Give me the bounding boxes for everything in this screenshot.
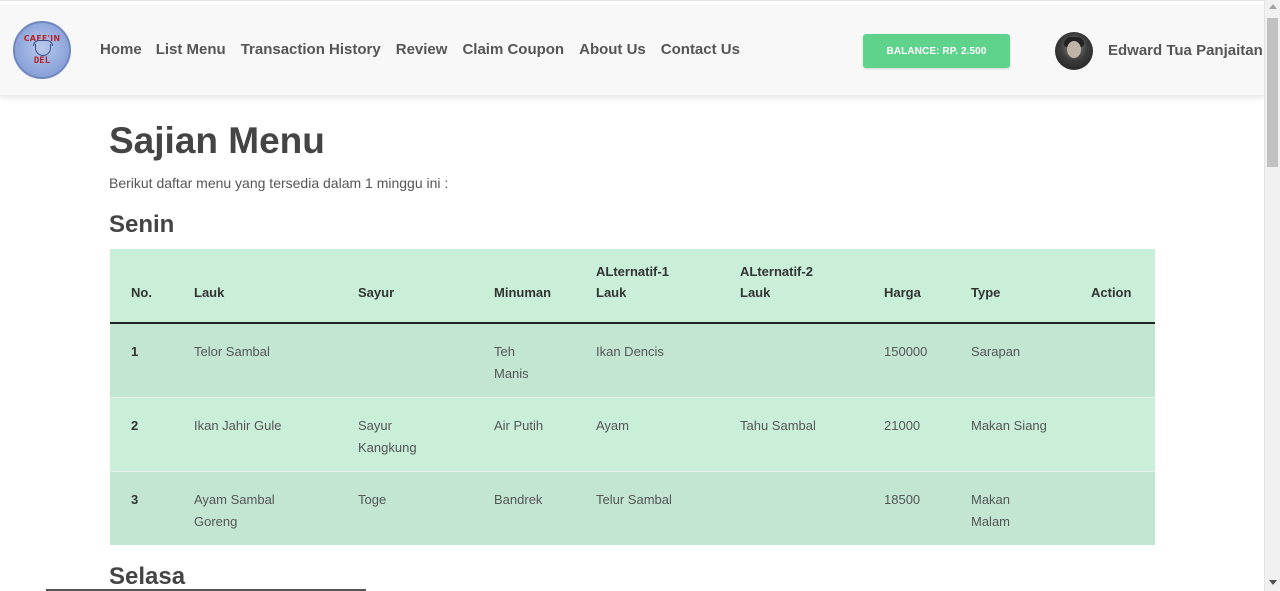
cell-type-line2: Malam [971,513,1011,529]
col-header-alternatif-1-line1: ALternatif-1 [596,264,669,279]
cell-lauk: Ikan Jahir Gule [188,396,352,471]
scrollbar-thumb[interactable] [1267,18,1278,167]
cell-minuman-line2: Manis [494,366,529,381]
cell-minuman-line1: Teh [494,344,515,359]
day-heading-selasa: Selasa [109,563,186,590]
user-avatar[interactable] [1055,32,1093,70]
cell-lauk: Ayam Sambal Goreng [188,470,352,545]
cell-alternatif-2: Tahu Sambal [734,396,878,471]
cell-no: 2 [110,396,188,471]
vertical-scrollbar[interactable] [1264,0,1280,591]
cell-alternatif-1: Telur Sambal [590,470,734,545]
cell-lauk: Telor Sambal [188,322,352,397]
table-header-row: No. Lauk Sayur Minuman ALternatif-1 Lauk… [110,249,1155,324]
nav-link-list-menu[interactable]: List Menu [156,41,226,58]
day-heading-senin: Senin [109,211,175,238]
scroll-up-arrow-icon[interactable] [1269,4,1277,9]
cell-type: Sarapan [965,322,1085,397]
nav-link-transaction-history[interactable]: Transaction History [241,41,381,58]
cell-harga: 21000 [878,396,965,471]
nav-link-home[interactable]: Home [100,41,142,58]
cell-harga: 18500 [878,470,965,545]
col-header-minuman: Minuman [488,249,590,324]
user-name[interactable]: Edward Tua Panjaitan [1108,42,1263,59]
col-header-sayur: Sayur [352,249,488,324]
col-header-alternatif-2-line1: ALternatif-2 [740,264,813,279]
cell-sayur-line2: Kangkung [358,439,417,455]
nav-links: Home List Menu Transaction History Revie… [100,41,755,58]
scroll-down-arrow-icon[interactable] [1269,580,1277,585]
col-header-alternatif-1-line2: Lauk [596,285,627,300]
cell-sayur: Sayur Kangkung [352,396,488,471]
logo-bottom-text: DEL [33,56,51,66]
cell-action [1085,470,1155,545]
cell-type: Makan Malam [965,470,1085,545]
table-row: 1 Telor Sambal Teh Manis Ikan Dencis 150… [110,322,1155,397]
logo-cup-icon [35,44,51,56]
nav-link-contact-us[interactable]: Contact Us [661,41,740,58]
col-header-action: Action [1085,249,1155,324]
cell-sayur-line1: Sayur [358,417,392,433]
page-title: Sajian Menu [109,120,325,161]
cell-action [1085,322,1155,397]
cell-lauk-line1: Ayam Sambal [194,491,275,507]
nav-link-review[interactable]: Review [396,41,448,58]
cell-lauk-line2: Goreng [194,513,238,529]
col-header-harga: Harga [878,249,965,324]
page-subtitle: Berikut daftar menu yang tersedia dalam … [109,175,449,191]
balance-button[interactable]: BALANCE: RP. 2.500 [863,34,1010,68]
cell-harga: 150000 [878,322,965,397]
table-row: 3 Ayam Sambal Goreng Toge Bandrek Telur … [110,470,1155,545]
menu-table-senin: No. Lauk Sayur Minuman ALternatif-1 Lauk… [110,249,1155,545]
col-header-lauk: Lauk [188,249,352,324]
col-header-alternatif-2-line2: Lauk [740,285,771,300]
cell-alternatif-1: Ikan Dencis [590,322,734,397]
col-header-type: Type [965,249,1085,324]
cell-alternatif-2 [734,322,878,397]
cell-alternatif-2 [734,470,878,545]
cell-alternatif-1: Ayam [590,396,734,471]
top-navbar: CAFE'IN DEL Home List Menu Transaction H… [0,5,1264,96]
avatar-face-shape [1067,41,1081,58]
cell-action [1085,396,1155,471]
cell-no: 1 [110,322,188,397]
nav-link-claim-coupon[interactable]: Claim Coupon [462,41,564,58]
col-header-no: No. [110,249,188,324]
cell-sayur: Toge [352,470,488,545]
cell-no: 3 [110,470,188,545]
cell-type-line1: Makan [971,491,1011,507]
table-row: 2 Ikan Jahir Gule Sayur Kangkung Air Put… [110,396,1155,471]
cell-minuman: Bandrek [488,470,590,545]
nav-link-about-us[interactable]: About Us [579,41,646,58]
cell-sayur [352,322,488,397]
cell-type: Makan Siang [965,396,1085,471]
col-header-alternatif-1: ALternatif-1 Lauk [590,249,734,324]
cafein-del-logo[interactable]: CAFE'IN DEL [13,21,71,79]
col-header-alternatif-2: ALternatif-2 Lauk [734,249,878,324]
cell-minuman: Air Putih [488,396,590,471]
cell-minuman: Teh Manis [488,322,590,397]
